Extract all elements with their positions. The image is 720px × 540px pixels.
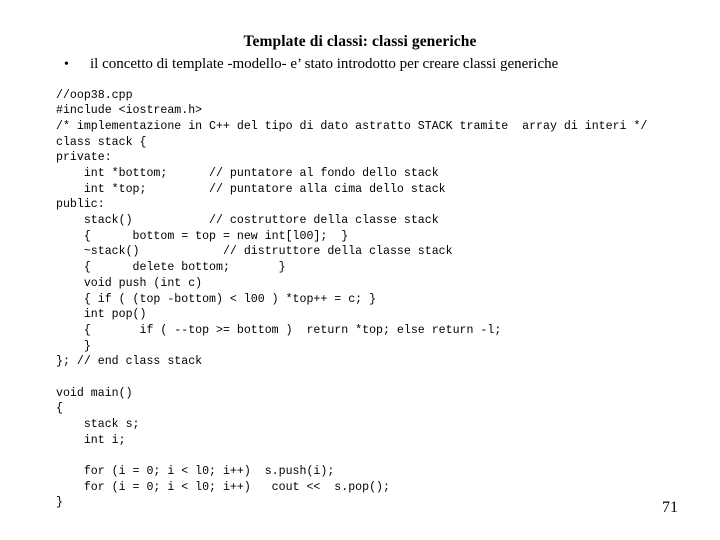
code-line: int *bottom; // puntatore al fondo dello…: [56, 167, 439, 181]
code-line: public:: [56, 198, 105, 212]
code-line: void main(): [56, 386, 133, 400]
code-line: { if ( --top >= bottom ) return *top; el…: [56, 323, 502, 337]
page-number: 71: [662, 499, 678, 516]
bullet-item: • il concetto di template -modello- e’ s…: [64, 55, 704, 74]
code-line: #include <iostream.h>: [56, 104, 203, 118]
code-line: void push (int c): [56, 276, 203, 290]
code-line: /* implementazione in C++ del tipo di da…: [56, 119, 648, 133]
code-line: { bottom = top = new int[l00]; }: [56, 229, 349, 243]
code-line: stack() // costruttore della classe stac…: [56, 214, 439, 228]
code-line: { if ( (top -bottom) < l00 ) *top++ = c;…: [56, 292, 377, 306]
code-line: { delete bottom; }: [56, 261, 286, 275]
code-line: private:: [56, 151, 112, 165]
code-line: for (i = 0; i < l0; i++) cout << s.pop()…: [56, 480, 390, 494]
code-line: for (i = 0; i < l0; i++) s.push(i);: [56, 465, 335, 479]
code-listing: //oop38.cpp #include <iostream.h>/* imple…: [56, 88, 716, 512]
code-line: }: [56, 339, 91, 353]
slide-title: Template di classi: classi generiche: [243, 33, 477, 50]
code-line: stack s;: [56, 418, 140, 432]
code-line: }; // end class stack: [56, 355, 203, 369]
code-line: class stack {: [56, 135, 147, 149]
bullet-point-icon: •: [64, 57, 69, 72]
code-line: int i;: [56, 433, 126, 447]
presentation-slide: Template di classi: classi generiche • i…: [0, 0, 720, 540]
code-line: int *top; // puntatore alla cima dello s…: [56, 182, 446, 196]
bullet-item-text: il concetto di template -modello- e’ sta…: [90, 56, 559, 72]
code-line: //oop38.cpp: [56, 88, 133, 102]
code-line: int pop(): [56, 308, 147, 322]
code-line: ~stack() // distruttore della classe sta…: [56, 245, 453, 259]
code-line: {: [56, 402, 63, 416]
